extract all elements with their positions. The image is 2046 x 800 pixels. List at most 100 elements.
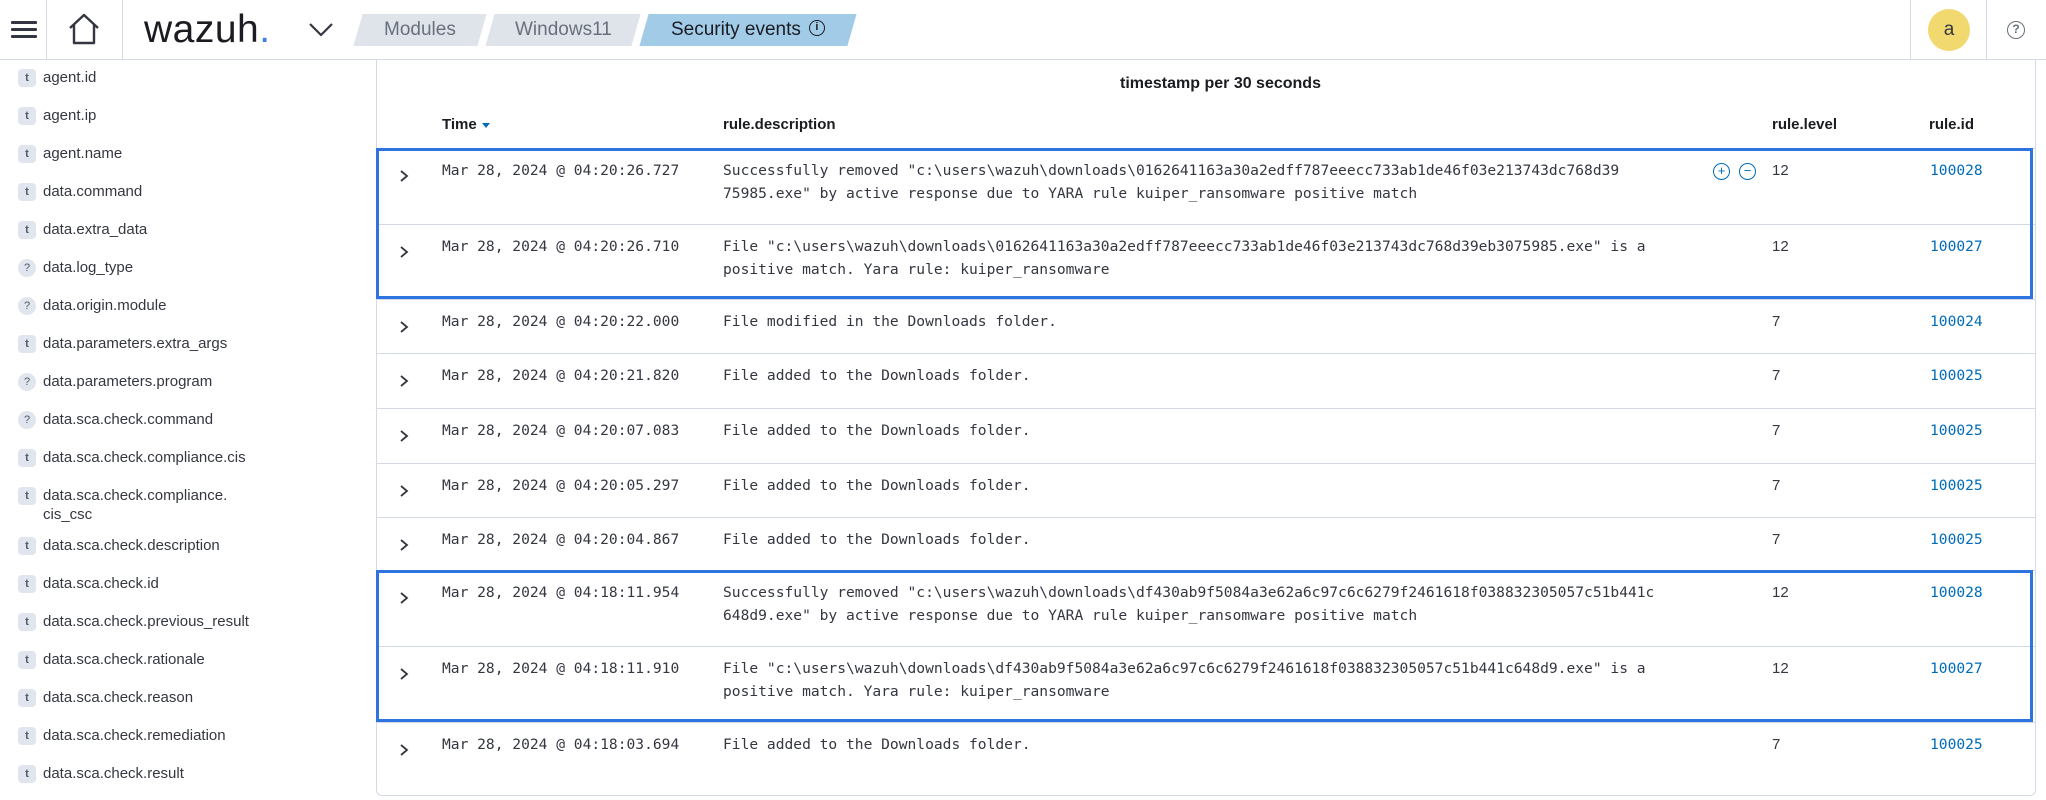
help-icon[interactable]: ? bbox=[2007, 21, 2025, 39]
field-name: data.origin.module bbox=[43, 297, 167, 314]
field-item[interactable]: t data.sca.check.rationale bbox=[18, 650, 205, 669]
field-item[interactable]: ? data.log_type bbox=[18, 258, 133, 277]
expand-row-icon[interactable] bbox=[395, 741, 413, 759]
cell-rule-id-link[interactable]: 100024 bbox=[1930, 310, 1983, 333]
field-item[interactable]: ? data.origin.module bbox=[18, 296, 166, 315]
cell-rule-id-link[interactable]: 100028 bbox=[1930, 159, 1983, 182]
unknown-field-type-icon: ? bbox=[18, 297, 36, 315]
cell-time: Mar 28, 2024 @ 04:20:21.820 bbox=[442, 367, 680, 384]
table-row[interactable]: Mar 28, 2024 @ 04:20:05.297 File added to… bbox=[377, 463, 2035, 517]
cell-description: Successfully removed "c:\users\wazuh\dow… bbox=[723, 584, 1655, 624]
field-item[interactable]: t data.sca.check.previous_result bbox=[18, 612, 249, 631]
header-divider bbox=[1910, 0, 1911, 60]
table-row[interactable]: Mar 28, 2024 @ 04:20:21.820 File added to… bbox=[377, 353, 2035, 408]
field-item[interactable]: t data.sca.check.description bbox=[18, 536, 220, 555]
field-item[interactable]: t agent.id bbox=[18, 68, 96, 87]
table-row[interactable]: Mar 28, 2024 @ 04:20:04.867 File added to… bbox=[377, 517, 2035, 570]
breadcrumb-agent[interactable]: Windows11 bbox=[485, 14, 641, 46]
field-name: data.log_type bbox=[43, 259, 134, 276]
cell-time: Mar 28, 2024 @ 04:18:11.954 bbox=[442, 584, 680, 601]
column-header-time[interactable]: Time bbox=[442, 116, 490, 133]
string-field-type-icon: t bbox=[18, 575, 36, 593]
breadcrumb-modules[interactable]: Modules bbox=[353, 14, 487, 46]
cell-rule-id-link[interactable]: 100025 bbox=[1930, 528, 1983, 551]
logo-text: wazuh bbox=[144, 8, 260, 51]
expand-row-icon[interactable] bbox=[395, 427, 413, 445]
avatar[interactable]: a bbox=[1928, 9, 1970, 51]
cell-rule-id-link[interactable]: 100028 bbox=[1930, 581, 1983, 604]
table-row[interactable]: Mar 28, 2024 @ 04:18:11.910 File "c:\user… bbox=[377, 646, 2035, 722]
column-header-level[interactable]: rule.level bbox=[1772, 116, 1837, 133]
expand-row-icon[interactable] bbox=[395, 372, 413, 390]
filter-for-value-icon[interactable]: + bbox=[1713, 163, 1730, 180]
table-row[interactable]: Mar 28, 2024 @ 04:20:22.000 File modified… bbox=[377, 299, 2035, 353]
string-field-type-icon: t bbox=[18, 449, 36, 467]
table-row[interactable]: Mar 28, 2024 @ 04:18:11.954 Successfully … bbox=[377, 570, 2035, 646]
top-header: wazuh. Modules Windows11 Security events… bbox=[0, 0, 2046, 60]
expand-row-icon[interactable] bbox=[395, 665, 413, 683]
field-item[interactable]: ? data.sca.check.command bbox=[18, 410, 213, 429]
wazuh-logo[interactable]: wazuh. bbox=[144, 6, 271, 54]
field-item[interactable]: t data.sca.check.reason bbox=[18, 688, 193, 707]
field-item[interactable]: t data.sca.check.compliance. cis_csc bbox=[18, 486, 227, 524]
field-item[interactable]: t data.sca.check.compliance.cis bbox=[18, 448, 246, 467]
field-name: data.sca.check.previous_result bbox=[43, 613, 249, 630]
string-field-type-icon: t bbox=[18, 335, 36, 353]
cell-rule-id-link[interactable]: 100027 bbox=[1930, 235, 1983, 258]
field-name: data.sca.check.reason bbox=[43, 689, 194, 706]
cell-level: 7 bbox=[1772, 477, 1781, 494]
field-item[interactable]: t data.sca.check.result bbox=[18, 764, 184, 783]
cell-rule-id-link[interactable]: 100027 bbox=[1930, 657, 1983, 680]
field-name: data.extra_data bbox=[43, 221, 148, 238]
expand-row-icon[interactable] bbox=[395, 167, 413, 185]
cell-description: File "c:\users\wazuh\downloads\df430ab9f… bbox=[723, 660, 1646, 700]
field-name: data.sca.check.result bbox=[43, 765, 184, 782]
string-field-type-icon: t bbox=[18, 145, 36, 163]
sort-desc-icon[interactable] bbox=[481, 122, 490, 128]
cell-description: File modified in the Downloads folder. bbox=[723, 313, 1057, 330]
logo-dot: . bbox=[259, 8, 271, 51]
filter-out-value-icon[interactable]: − bbox=[1739, 163, 1756, 180]
string-field-type-icon: t bbox=[18, 537, 36, 555]
info-icon[interactable]: i bbox=[808, 19, 825, 36]
table-row[interactable]: Mar 28, 2024 @ 04:20:26.710 File "c:\user… bbox=[377, 224, 2035, 299]
cell-description: File added to the Downloads folder. bbox=[723, 422, 1031, 439]
expand-row-icon[interactable] bbox=[395, 482, 413, 500]
field-item[interactable]: t agent.name bbox=[18, 144, 122, 163]
home-icon[interactable] bbox=[66, 12, 102, 46]
table-row[interactable]: Mar 28, 2024 @ 04:20:26.727 Successfully … bbox=[377, 148, 2035, 224]
field-item[interactable]: t data.extra_data bbox=[18, 220, 147, 239]
breadcrumb-security-events[interactable]: Security events i bbox=[639, 14, 857, 46]
string-field-type-icon: t bbox=[18, 613, 36, 631]
cell-rule-id-link[interactable]: 100025 bbox=[1930, 733, 1983, 756]
menu-icon[interactable] bbox=[8, 14, 40, 46]
chevron-down-icon[interactable] bbox=[306, 16, 336, 42]
field-name: data.sca.check.compliance.cis bbox=[43, 449, 246, 466]
field-item[interactable]: t data.sca.check.remediation bbox=[18, 726, 226, 745]
table-row[interactable]: Mar 28, 2024 @ 04:18:03.694 File added to… bbox=[377, 722, 2035, 782]
string-field-type-icon: t bbox=[18, 651, 36, 669]
cell-rule-id-link[interactable]: 100025 bbox=[1930, 364, 1983, 387]
field-item[interactable]: t agent.ip bbox=[18, 106, 96, 125]
field-name: data.sca.check.rationale bbox=[43, 651, 205, 668]
chart-title: timestamp per 30 seconds bbox=[1120, 75, 1321, 92]
expand-row-icon[interactable] bbox=[395, 318, 413, 336]
field-item[interactable]: t data.parameters.extra_args bbox=[18, 334, 227, 353]
cell-rule-id-link[interactable]: 100025 bbox=[1930, 419, 1983, 442]
breadcrumb-label: Security events bbox=[671, 19, 801, 40]
column-header-description[interactable]: rule.description bbox=[723, 116, 836, 133]
column-header-id[interactable]: rule.id bbox=[1929, 116, 1974, 133]
expand-row-icon[interactable] bbox=[395, 536, 413, 554]
cell-time: Mar 28, 2024 @ 04:18:11.910 bbox=[442, 660, 680, 677]
cell-description: Successfully removed "c:\users\wazuh\dow… bbox=[723, 162, 1620, 202]
string-field-type-icon: t bbox=[18, 183, 36, 201]
field-item[interactable]: t data.command bbox=[18, 182, 142, 201]
cell-rule-id-link[interactable]: 100025 bbox=[1930, 474, 1983, 497]
cell-description: File added to the Downloads folder. bbox=[723, 477, 1031, 494]
expand-row-icon[interactable] bbox=[395, 589, 413, 607]
field-item[interactable]: t data.sca.check.id bbox=[18, 574, 159, 593]
field-item[interactable]: ? data.parameters.program bbox=[18, 372, 212, 391]
table-row[interactable]: Mar 28, 2024 @ 04:20:07.083 File added to… bbox=[377, 408, 2035, 463]
expand-row-icon[interactable] bbox=[395, 243, 413, 261]
cell-level: 7 bbox=[1772, 313, 1781, 330]
